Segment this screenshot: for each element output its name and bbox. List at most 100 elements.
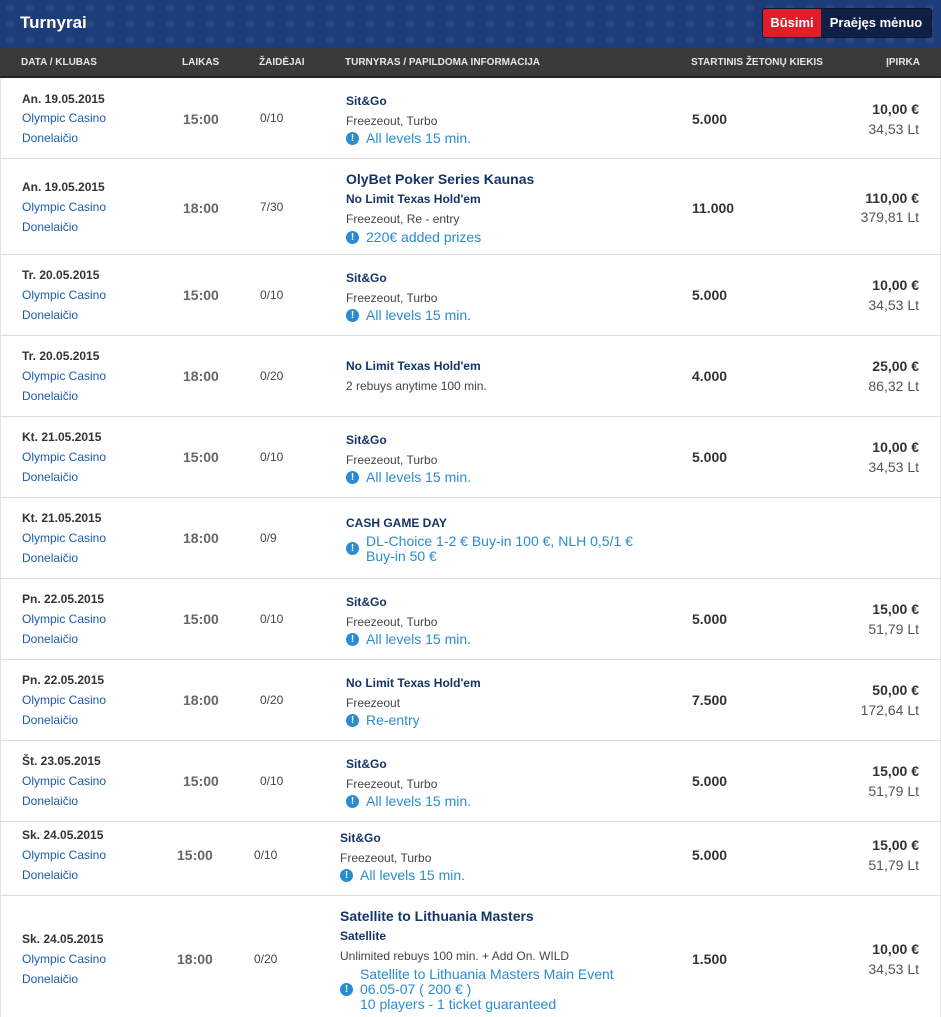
row-club-link[interactable]: Olympic Casino (22, 200, 106, 214)
row-club-link[interactable]: Olympic Casino (22, 531, 106, 545)
row-starting-chips: 7.500 (692, 692, 728, 708)
tournament-details: Freezeout, Turbo (340, 851, 432, 865)
row-buyin-eur: 10,00 € (872, 439, 919, 455)
row-date: Tr. 20.05.2015 (22, 349, 100, 363)
row-club-street[interactable]: Donelaičio (22, 470, 78, 484)
tournament-details: Freezeout, Turbo (346, 615, 438, 629)
tournament-info: Re-entry (366, 712, 420, 728)
tournament-name: Sit&Go (346, 271, 387, 285)
column-header-players: ŽAIDĖJAI (259, 57, 305, 68)
row-players: 0/10 (260, 774, 284, 788)
row-date: Kt. 21.05.2015 (22, 511, 102, 525)
row-players: 0/10 (254, 848, 278, 862)
row-buyin-eur: 15,00 € (872, 601, 919, 617)
row-buyin-eur: 50,00 € (872, 682, 919, 698)
period-tabs: Būsimi Praėjęs mėnuo (762, 8, 932, 38)
tournament-info: All levels 15 min. (366, 130, 472, 146)
row-time: 18:00 (177, 951, 213, 967)
column-header-chips: STARTINIS ŽETONŲ KIEKIS (691, 57, 823, 68)
row-players: 0/9 (260, 531, 277, 545)
table-row: Tr. 20.05.2015 Olympic Casino Donelaičio… (0, 336, 941, 417)
info-icon: ! (346, 471, 359, 484)
table-header: DATA / KLUBAS LAIKAS ŽAIDĖJAI TURNYRAS /… (0, 48, 941, 78)
tournament-name: Satellite (340, 929, 387, 943)
row-club-link[interactable]: Olympic Casino (22, 450, 106, 464)
tournament-info: All levels 15 min. (366, 307, 472, 323)
tournament-name: CASH GAME DAY (346, 516, 447, 530)
table-row: Kt. 21.05.2015 Olympic Casino Donelaičio… (0, 498, 941, 579)
tournament-details: Freezeout (346, 696, 401, 710)
row-date: An. 19.05.2015 (22, 180, 105, 194)
tournament-info: Satellite to Lithuania Masters Main Even… (360, 966, 614, 982)
tournament-info: All levels 15 min. (360, 867, 466, 883)
table-row: Pn. 22.05.2015 Olympic Casino Donelaičio… (0, 660, 941, 741)
row-time: 15:00 (177, 847, 213, 863)
row-starting-chips: 5.000 (692, 449, 728, 465)
row-club-street[interactable]: Donelaičio (22, 713, 78, 727)
row-buyin-eur: 10,00 € (872, 277, 919, 293)
row-club-link[interactable]: Olympic Casino (22, 693, 106, 707)
tournament-name: No Limit Texas Hold'em (346, 676, 481, 690)
row-starting-chips: 1.500 (692, 951, 728, 967)
row-date: An. 19.05.2015 (22, 92, 105, 106)
row-club-street[interactable]: Donelaičio (22, 632, 78, 646)
row-date: Sk. 24.05.2015 (22, 932, 104, 946)
row-date: Tr. 20.05.2015 (22, 268, 100, 282)
row-players: 0/10 (260, 612, 284, 626)
tournament-info: 06.05-07 ( 200 € ) (360, 981, 472, 997)
row-players: 0/20 (260, 369, 284, 383)
tournament-details: Freezeout, Re - entry (346, 212, 460, 226)
row-club-link[interactable]: Olympic Casino (22, 952, 106, 966)
row-club-street[interactable]: Donelaičio (22, 868, 78, 882)
table-row: Kt. 21.05.2015 Olympic Casino Donelaičio… (0, 417, 941, 498)
row-starting-chips: 5.000 (692, 847, 728, 863)
row-club-link[interactable]: Olympic Casino (22, 288, 106, 302)
table-row: An. 19.05.2015 Olympic Casino Donelaičio… (0, 159, 941, 255)
row-buyin-lt: 51,79 Lt (868, 783, 919, 799)
row-club-street[interactable]: Donelaičio (22, 972, 78, 986)
tournament-name: Sit&Go (340, 831, 381, 845)
row-buyin-lt: 51,79 Lt (868, 621, 919, 637)
row-club-link[interactable]: Olympic Casino (22, 848, 106, 862)
row-club-street[interactable]: Donelaičio (22, 220, 78, 234)
tournament-name: Sit&Go (346, 94, 387, 108)
row-club-street[interactable]: Donelaičio (22, 389, 78, 403)
column-header-buyin: ĮPIRKA (886, 57, 920, 68)
row-buyin-eur: 15,00 € (872, 837, 919, 853)
row-time: 15:00 (183, 773, 219, 789)
row-club-link[interactable]: Olympic Casino (22, 369, 106, 383)
column-header-time: LAIKAS (182, 57, 220, 68)
tab-past-month[interactable]: Praėjęs mėnuo (821, 9, 931, 37)
table-row: An. 19.05.2015 Olympic Casino Donelaičio… (0, 79, 941, 159)
tournament-details: Freezeout, Turbo (346, 291, 438, 305)
row-players: 7/30 (260, 200, 284, 214)
row-starting-chips: 5.000 (692, 287, 728, 303)
info-icon: ! (346, 231, 359, 244)
row-club-link[interactable]: Olympic Casino (22, 612, 106, 626)
row-buyin-lt: 86,32 Lt (868, 378, 919, 394)
info-icon: ! (346, 309, 359, 322)
row-players: 0/20 (260, 693, 284, 707)
row-club-street[interactable]: Donelaičio (22, 308, 78, 322)
tournament-name: Sit&Go (346, 757, 387, 771)
row-club-street[interactable]: Donelaičio (22, 551, 78, 565)
tournament-info: 10 players - 1 ticket guaranteed (360, 996, 557, 1012)
tournament-name: No Limit Texas Hold'em (346, 359, 481, 373)
tab-upcoming[interactable]: Būsimi (763, 9, 821, 37)
row-date: Sk. 24.05.2015 (22, 828, 104, 842)
row-club-link[interactable]: Olympic Casino (22, 111, 106, 125)
row-time: 15:00 (183, 287, 219, 303)
row-time: 15:00 (183, 111, 219, 127)
row-club-street[interactable]: Donelaičio (22, 131, 78, 145)
row-starting-chips: 11.000 (692, 200, 735, 216)
info-icon: ! (346, 542, 359, 555)
row-players: 0/10 (260, 450, 284, 464)
table-row: Sk. 24.05.2015 Olympic Casino Donelaičio… (0, 822, 941, 896)
tournament-name: Sit&Go (346, 595, 387, 609)
table-row: Sk. 24.05.2015 Olympic Casino Donelaičio… (0, 896, 941, 1017)
row-starting-chips: 4.000 (692, 368, 728, 384)
info-icon: ! (346, 132, 359, 145)
row-club-street[interactable]: Donelaičio (22, 794, 78, 808)
row-starting-chips: 5.000 (692, 611, 728, 627)
row-club-link[interactable]: Olympic Casino (22, 774, 106, 788)
